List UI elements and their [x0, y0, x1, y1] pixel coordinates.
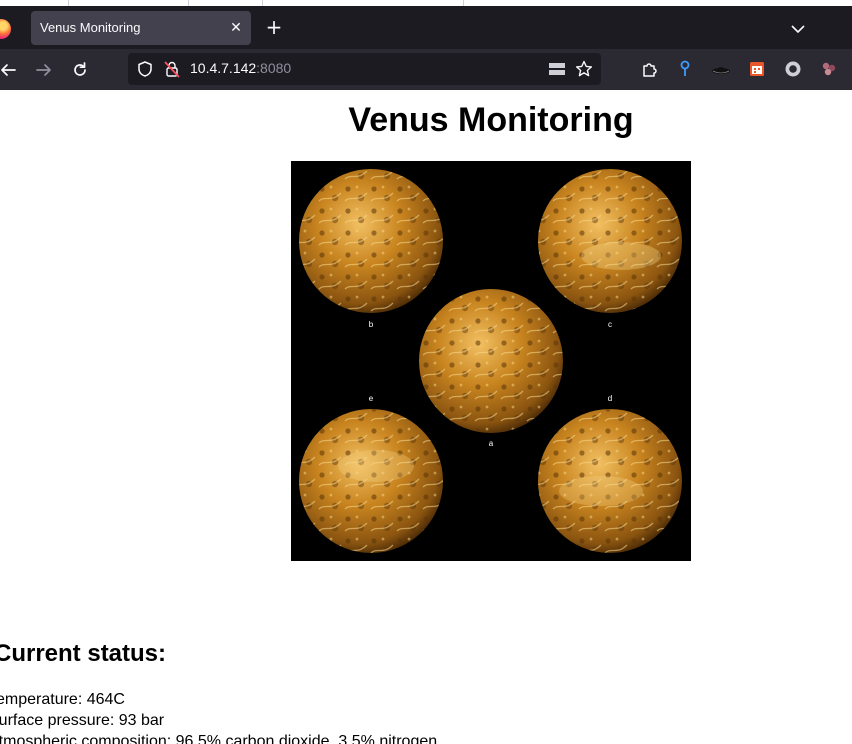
firefox-icon[interactable]	[0, 19, 11, 39]
shield-icon[interactable]	[136, 60, 154, 78]
globe-d	[538, 409, 682, 553]
chevron-down-icon[interactable]	[787, 18, 809, 40]
page-title: Venus Monitoring	[348, 101, 634, 139]
insecure-lock-icon[interactable]	[162, 59, 182, 79]
venus-globes-image: b c a e d	[291, 161, 691, 561]
url-host: 10.4.7.142	[190, 60, 257, 76]
address-bar[interactable]: 10.4.7.142:8080	[128, 53, 601, 85]
composition-text: Atmospheric composition: 96.5% carbon di…	[0, 733, 438, 744]
globe-label-a: a	[489, 439, 494, 448]
star-icon[interactable]	[574, 59, 594, 79]
close-icon[interactable]: ✕	[225, 17, 247, 39]
globe-label-d: d	[608, 394, 612, 403]
globe-e	[299, 409, 443, 553]
dots-icon[interactable]	[818, 58, 840, 80]
pressure-text: Surface pressure: 93 bar	[0, 712, 165, 729]
globe-label-c: c	[608, 320, 612, 329]
globe-a	[419, 289, 563, 433]
globe-label-b: b	[369, 320, 374, 329]
globe-c	[538, 169, 682, 313]
tab-venus-monitoring[interactable]: Venus Monitoring ✕	[31, 11, 251, 45]
pin-icon[interactable]	[674, 58, 696, 80]
puzzle-icon[interactable]	[639, 58, 661, 80]
url-port: :8080	[256, 60, 292, 76]
status-heading: Current status:	[0, 640, 167, 667]
tab-bar: Venus Monitoring ✕ +	[0, 6, 852, 49]
reader-view-icon[interactable]	[548, 61, 566, 77]
hat-icon[interactable]	[710, 58, 732, 80]
globe-label-e: e	[369, 394, 374, 403]
url-text[interactable]: 10.4.7.142:8080	[190, 60, 291, 76]
calendar-icon[interactable]	[746, 58, 768, 80]
forward-arrow-icon[interactable]	[31, 57, 57, 83]
tab-title: Venus Monitoring	[40, 20, 141, 35]
circle-icon[interactable]	[782, 58, 804, 80]
globe-b	[299, 169, 443, 313]
reload-icon[interactable]	[67, 57, 93, 83]
navigation-toolbar: 10.4.7.142:8080	[0, 49, 852, 90]
back-arrow-icon[interactable]	[0, 57, 22, 83]
temperature-text: Temperature: 464C	[0, 691, 125, 708]
plus-icon[interactable]: +	[262, 16, 286, 40]
